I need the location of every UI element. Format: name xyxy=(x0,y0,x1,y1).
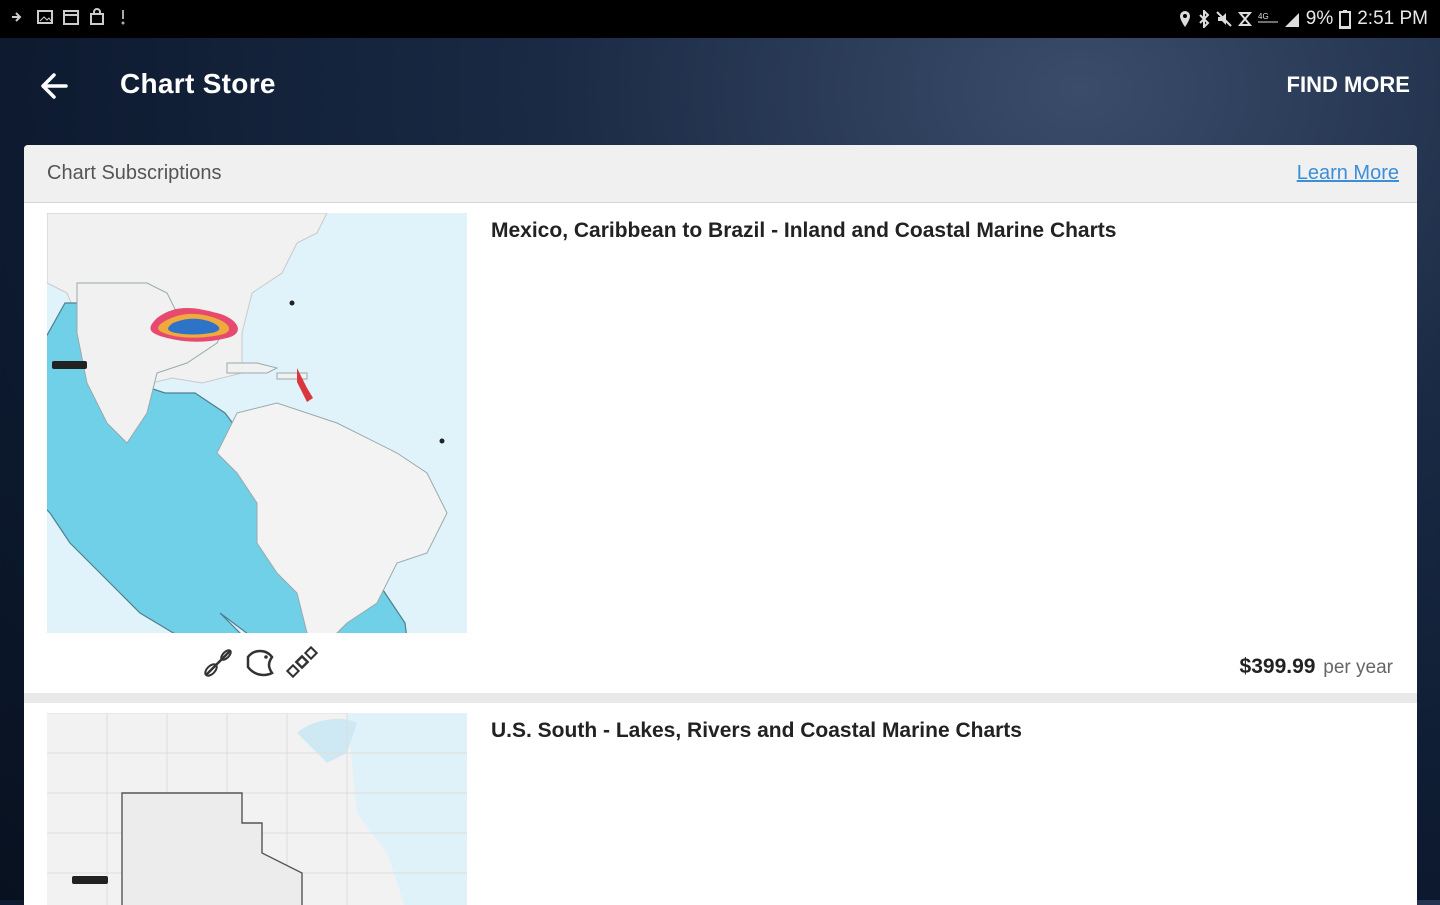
data-saver-icon xyxy=(1237,12,1252,26)
image-icon xyxy=(37,10,53,24)
find-more-button[interactable]: FIND MORE xyxy=(1287,72,1410,98)
alert-icon xyxy=(121,10,125,25)
shopping-bag-icon xyxy=(90,8,104,25)
learn-more-link[interactable]: Learn More xyxy=(1297,162,1399,185)
calendar-icon xyxy=(63,10,79,25)
chart-subscriptions-card: Chart Subscriptions Learn More Mexico, C… xyxy=(24,145,1417,905)
signal-icon xyxy=(1284,13,1299,27)
mute-icon xyxy=(1216,11,1232,27)
price-label: $399.99 per year xyxy=(1240,655,1393,679)
svg-text:4G: 4G xyxy=(1258,12,1269,21)
system-icons: 4G 9% 2:51 PM xyxy=(1178,8,1428,30)
product-title: U.S. South - Lakes, Rivers and Coastal M… xyxy=(491,719,1022,742)
clock: 2:51 PM xyxy=(1357,8,1428,29)
fish-icon xyxy=(246,649,274,677)
app-bar: Chart Store FIND MORE xyxy=(0,38,1440,138)
section-title: Chart Subscriptions xyxy=(47,162,222,184)
feature-icons xyxy=(202,645,318,679)
coverage-map-image xyxy=(47,713,467,905)
network-icon: 4G xyxy=(1257,12,1278,23)
cast-icon xyxy=(12,12,22,22)
section-header: Chart Subscriptions Learn More xyxy=(24,145,1417,203)
status-bar: 4G 9% 2:51 PM xyxy=(0,0,1440,38)
product-title: Mexico, Caribbean to Brazil - Inland and… xyxy=(491,219,1117,242)
bluetooth-icon xyxy=(1199,10,1210,28)
notification-icons xyxy=(10,8,132,26)
location-icon xyxy=(1179,11,1190,27)
coverage-map-image xyxy=(47,213,467,633)
price-period: per year xyxy=(1323,657,1393,678)
battery-icon xyxy=(1339,10,1352,29)
page-title: Chart Store xyxy=(120,68,276,99)
price-amount: $399.99 xyxy=(1239,655,1316,678)
satellite-icon xyxy=(286,645,318,679)
battery-percent: 9% xyxy=(1305,8,1334,29)
back-button[interactable] xyxy=(36,66,76,106)
paddle-icon xyxy=(204,649,232,677)
product-item[interactable]: U.S. South - Lakes, Rivers and Coastal M… xyxy=(24,703,1417,905)
arrow-left-icon xyxy=(41,73,68,99)
product-item[interactable]: Mexico, Caribbean to Brazil - Inland and… xyxy=(24,203,1417,693)
